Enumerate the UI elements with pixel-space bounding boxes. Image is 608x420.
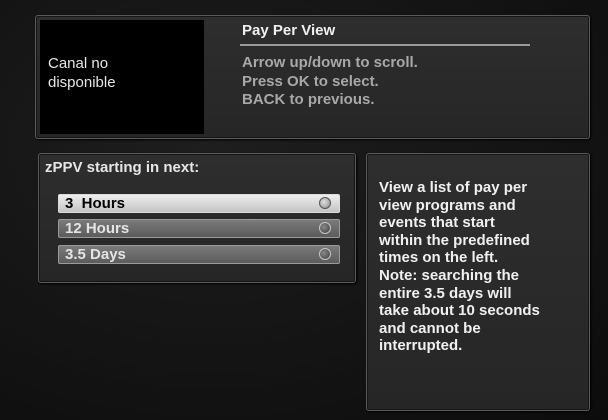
title-divider — [240, 44, 530, 46]
option-label: 3.5 Days — [65, 246, 126, 263]
channel-unavailable-message: Canal no disponible — [48, 55, 116, 91]
option-3-hours[interactable]: 3 Hours — [58, 194, 340, 213]
description-line: times on the left. — [379, 249, 499, 267]
radio-icon[interactable] — [319, 197, 331, 209]
radio-icon[interactable] — [319, 222, 331, 234]
time-range-title: zPPV starting in next: — [45, 159, 200, 176]
description-line: Note: searching the — [379, 266, 520, 284]
time-range-panel: zPPV starting in next: 3 Hours 12 Hours … — [38, 153, 356, 283]
description-line: interrupted. — [379, 337, 463, 355]
description-line: take about 10 seconds — [379, 302, 540, 320]
page-title: Pay Per View — [242, 22, 336, 39]
instructions: Arrow up/down to scroll. Press OK to sel… — [242, 54, 418, 110]
description-line: view programs and — [379, 196, 516, 214]
description-line: events that start — [379, 214, 495, 232]
description-line: within the predefined — [379, 231, 530, 249]
description-text: View a list of pay per view programs and… — [379, 179, 585, 355]
description-line: View a list of pay per — [379, 179, 528, 196]
instruction-line: Press OK to select. — [242, 72, 379, 90]
ppv-header-panel: Canal no disponible Pay Per View Arrow u… — [35, 15, 590, 139]
instruction-line: Arrow up/down to scroll. — [242, 54, 418, 71]
description-line: and cannot be — [379, 319, 481, 337]
description-panel: View a list of pay per view programs and… — [366, 153, 590, 411]
description-line: entire 3.5 days will — [379, 284, 512, 302]
option-label: 12 Hours — [65, 220, 130, 237]
option-3-5-days[interactable]: 3.5 Days — [58, 245, 340, 264]
option-12-hours[interactable]: 12 Hours — [58, 219, 340, 238]
radio-icon[interactable] — [319, 248, 331, 260]
option-label: 3 Hours — [65, 195, 126, 212]
instruction-line: BACK to previous. — [242, 91, 375, 108]
channel-preview: Canal no disponible — [40, 20, 204, 134]
